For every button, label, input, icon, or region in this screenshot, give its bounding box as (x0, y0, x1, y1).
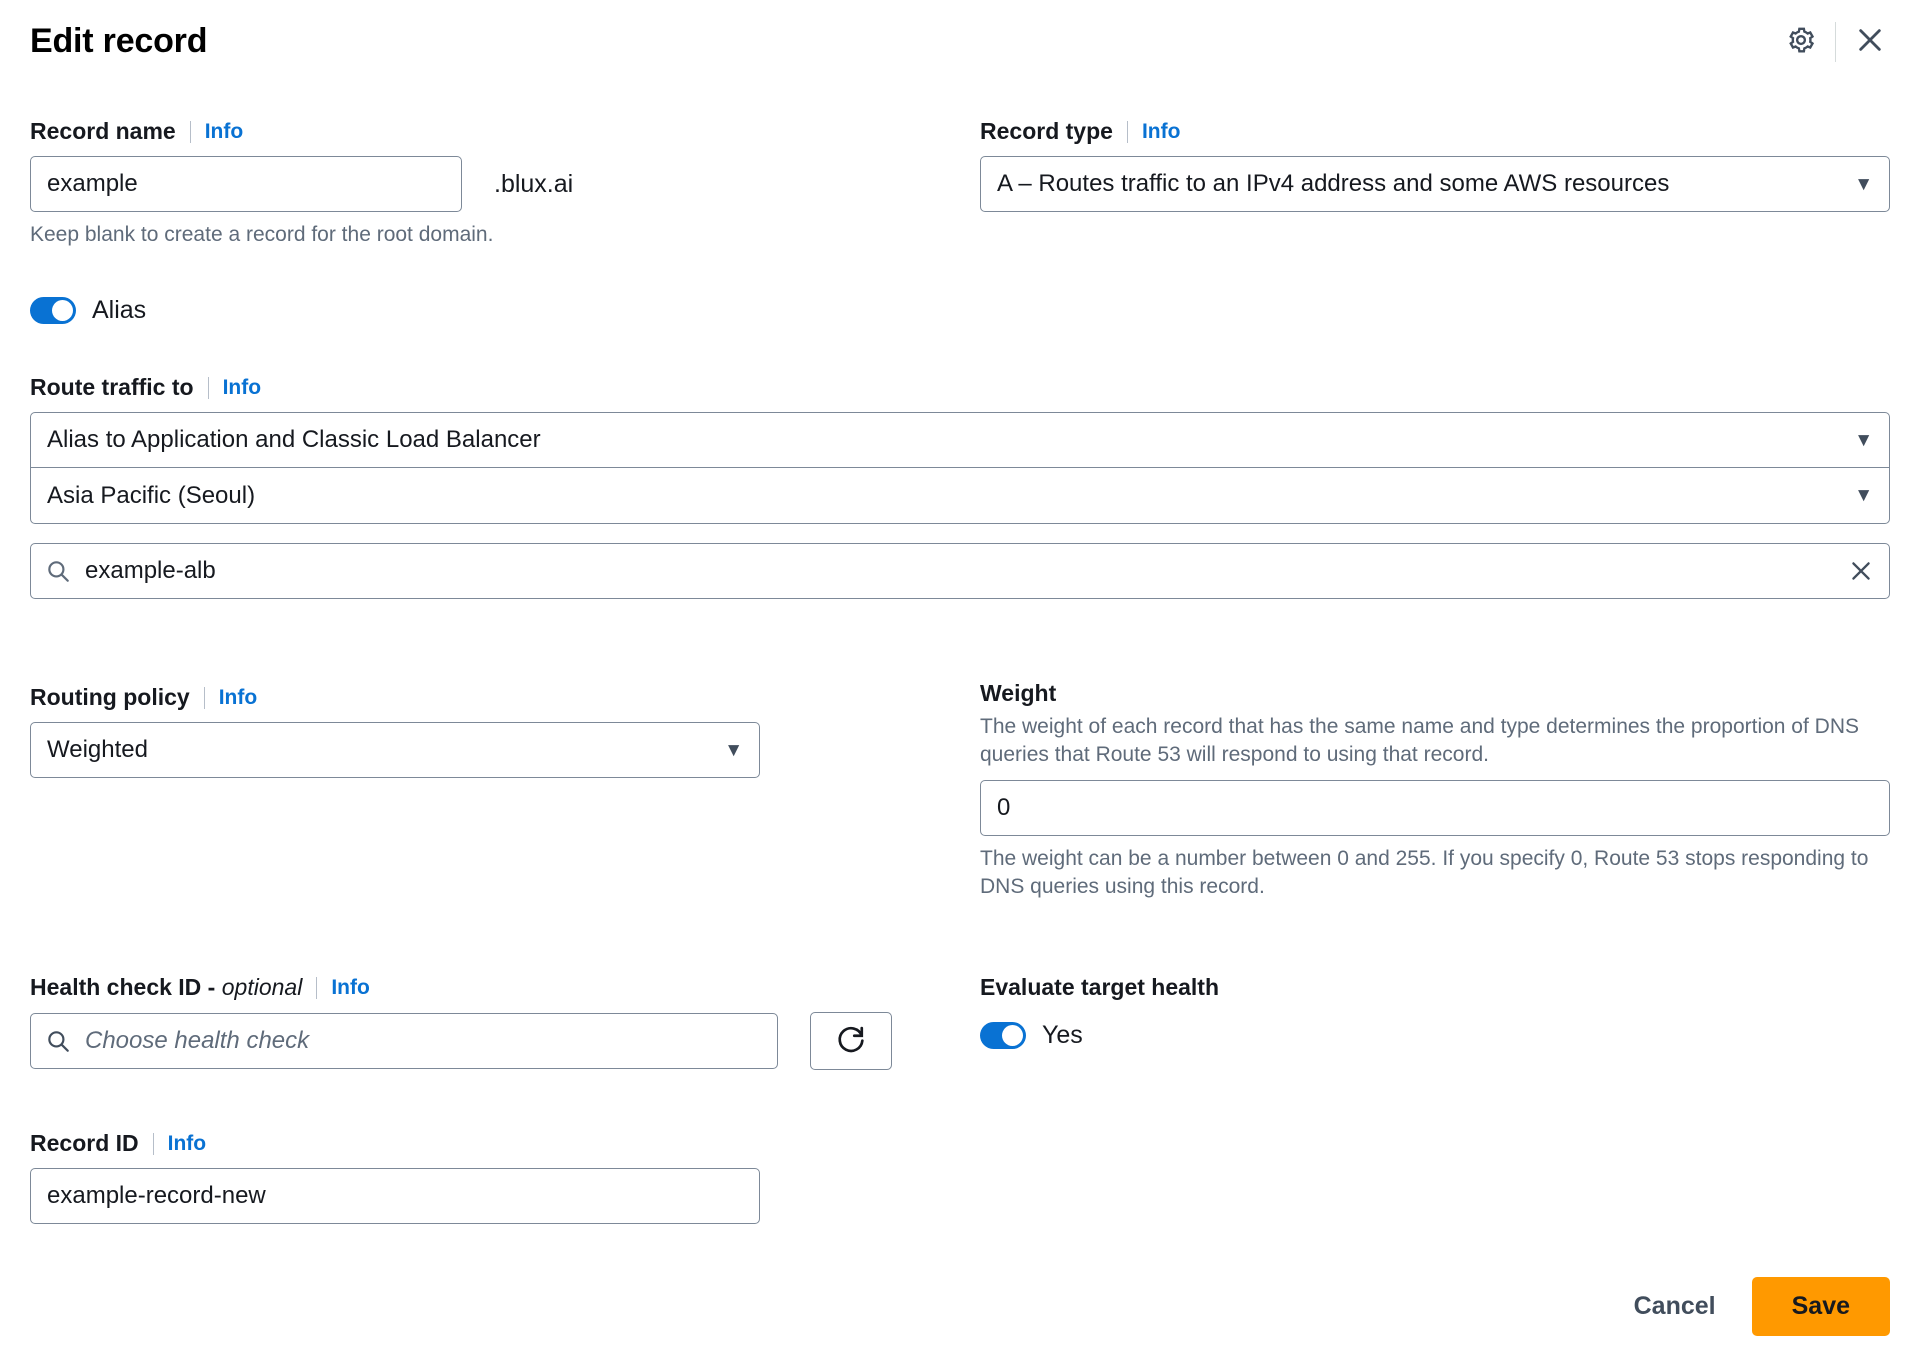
weight-description: The weight of each record that has the s… (980, 715, 1859, 766)
route-traffic-region-select[interactable]: Asia Pacific (Seoul) ▼ (30, 468, 1890, 524)
record-name-label: Record name (30, 118, 176, 144)
route-traffic-region-value: Asia Pacific (Seoul) (47, 481, 256, 509)
record-name-input[interactable] (30, 156, 462, 212)
save-button[interactable]: Save (1751, 1277, 1890, 1336)
chevron-down-icon: ▼ (1854, 173, 1873, 195)
close-button[interactable] (1844, 16, 1896, 68)
label-divider (1126, 120, 1128, 143)
record-name-input-row: .blux.ai (30, 156, 960, 212)
search-icon (45, 1028, 71, 1054)
route-traffic-resource-search[interactable]: example-alb (30, 543, 1890, 599)
route-traffic-group: Route traffic to Info Alias to Applicati… (30, 374, 1890, 599)
chevron-down-icon: ▼ (1854, 485, 1873, 506)
routing-policy-select[interactable]: Weighted ▼ (30, 722, 760, 778)
health-check-placeholder: Choose health check (85, 1027, 310, 1054)
health-check-input-row: Choose health check (30, 1012, 950, 1070)
record-type-label: Record type (980, 118, 1113, 144)
health-check-info-link[interactable]: Info (331, 976, 369, 1000)
record-type-group: Record type Info A – Routes traffic to a… (980, 118, 1890, 212)
evaluate-target-health-label: Evaluate target health (980, 974, 1220, 1000)
route-traffic-label: Route traffic to (30, 374, 194, 400)
route-traffic-target-select[interactable]: Alias to Application and Classic Load Ba… (30, 412, 1890, 468)
header-actions (1775, 16, 1896, 68)
record-name-info-link[interactable]: Info (205, 120, 243, 144)
weight-input[interactable] (980, 780, 1890, 837)
evaluate-target-health-toggle-label: Yes (1042, 1021, 1083, 1049)
refresh-icon (834, 1022, 868, 1061)
route-traffic-info-link[interactable]: Info (223, 376, 261, 400)
row-record-name-type: Record name Info .blux.ai Keep blank to … (0, 118, 1920, 278)
health-check-search[interactable]: Choose health check (30, 1013, 778, 1069)
label-divider (189, 120, 191, 143)
routing-policy-group: Routing policy Info Weighted ▼ (30, 684, 760, 778)
label-divider (152, 1132, 154, 1155)
health-check-label: Health check ID - optional (30, 974, 303, 1000)
edit-record-dialog: Edit record Record name Info example .bl… (0, 0, 1920, 1366)
alias-toggle-group: Alias (30, 296, 146, 325)
dialog-footer: Cancel Save (1612, 1277, 1890, 1336)
weight-label: Weight (980, 680, 1057, 706)
evaluate-target-health-toggle-row[interactable]: Yes (980, 1021, 1890, 1050)
record-id-group: Record ID Info (30, 1130, 760, 1224)
health-check-label-row: Health check ID - optional Info (30, 974, 950, 1001)
label-divider (207, 376, 209, 399)
record-type-info-link[interactable]: Info (1142, 120, 1180, 144)
evaluate-target-health-group: Evaluate target health Yes (980, 974, 1890, 1050)
alias-toggle-row[interactable]: Alias (30, 296, 146, 325)
close-icon (1854, 24, 1886, 61)
domain-suffix: .blux.ai (494, 169, 574, 198)
chevron-down-icon: ▼ (1854, 429, 1873, 451)
settings-button[interactable] (1775, 16, 1827, 68)
page-title: Edit record (30, 22, 208, 60)
health-check-group: Health check ID - optional Info Choose h… (30, 974, 950, 1070)
health-check-optional-text: optional (221, 974, 303, 1000)
record-id-label-row: Record ID Info (30, 1130, 760, 1157)
label-divider (316, 976, 318, 999)
record-id-label: Record ID (30, 1130, 139, 1156)
header-divider (1835, 22, 1836, 62)
record-name-hint: Keep blank to create a record for the ro… (30, 223, 494, 246)
record-type-select[interactable]: A – Routes traffic to an IPv4 address an… (980, 156, 1890, 212)
cancel-button[interactable]: Cancel (1612, 1278, 1738, 1335)
record-type-label-row: Record type Info (980, 118, 1890, 145)
routing-policy-label-row: Routing policy Info (30, 684, 760, 711)
evaluate-target-health-toggle[interactable] (980, 1022, 1026, 1049)
record-id-info-link[interactable]: Info (168, 1132, 206, 1156)
health-check-refresh-button[interactable] (810, 1012, 892, 1070)
alias-toggle-knob (52, 300, 73, 321)
weight-hint: The weight can be a number between 0 and… (980, 847, 1869, 899)
route-traffic-resource-value: example-alb (85, 557, 216, 584)
routing-policy-info-link[interactable]: Info (219, 686, 257, 710)
dialog-header: Edit record (0, 0, 1920, 86)
evaluate-target-health-toggle-knob (1002, 1025, 1023, 1046)
record-id-input[interactable] (30, 1168, 760, 1224)
weight-group: Weight The weight of each record that ha… (980, 680, 1890, 901)
chevron-down-icon: ▼ (724, 739, 743, 761)
route-traffic-label-row: Route traffic to Info (30, 374, 1890, 401)
route-traffic-target-value: Alias to Application and Classic Load Ba… (47, 426, 541, 453)
record-name-input-wrap (30, 156, 462, 212)
gear-icon (1786, 25, 1816, 60)
record-name-group: Record name Info .blux.ai Keep blank to … (30, 118, 960, 249)
record-type-value: A – Routes traffic to an IPv4 address an… (997, 170, 1670, 197)
routing-policy-value: Weighted (47, 736, 148, 763)
label-divider (203, 686, 205, 709)
clear-icon[interactable] (1847, 557, 1875, 585)
record-name-label-row: Record name Info (30, 118, 960, 145)
search-icon (45, 558, 71, 584)
alias-toggle[interactable] (30, 297, 76, 324)
alias-toggle-label: Alias (92, 296, 147, 324)
routing-policy-label: Routing policy (30, 684, 190, 710)
